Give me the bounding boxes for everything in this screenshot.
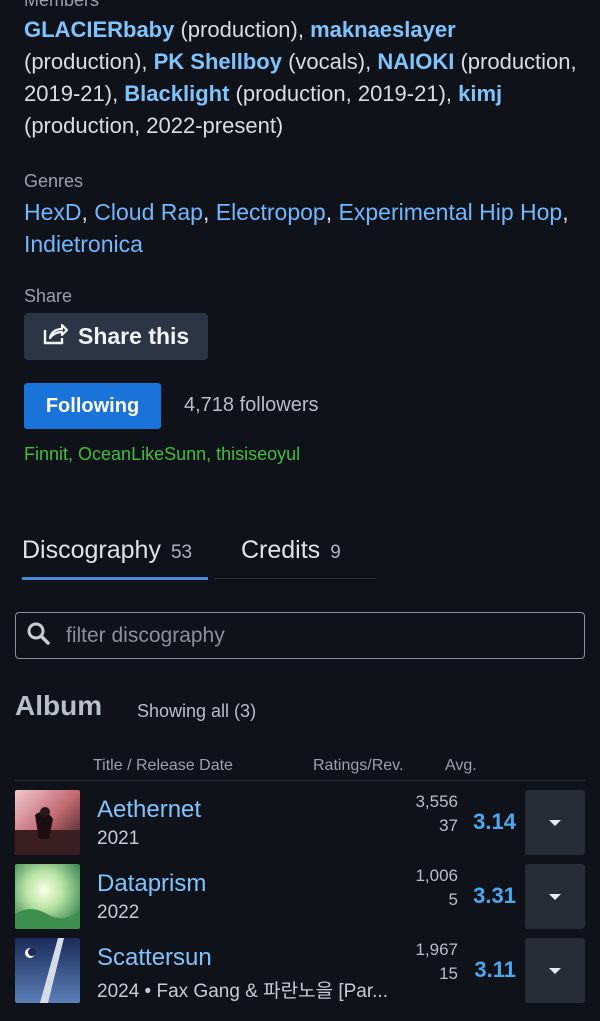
tab-divider (214, 578, 376, 579)
tab-discography[interactable]: Discography 53 (22, 536, 192, 565)
table-row: Aethernet 2021 3,556 37 3.14 (15, 790, 585, 856)
member-blacklight[interactable]: Blacklight (124, 81, 229, 106)
share-icon (42, 322, 78, 352)
column-ratings[interactable]: Ratings/Rev. (313, 757, 403, 775)
chevron-down-icon (549, 967, 561, 974)
follow-button[interactable]: Following (24, 383, 161, 429)
genre-link[interactable]: Indietronica (24, 231, 143, 257)
member-pk-shellboy[interactable]: PK Shellboy (154, 49, 282, 74)
album-title-link[interactable]: Dataprism (97, 870, 206, 898)
genre-link[interactable]: HexD (24, 199, 82, 225)
genre-link[interactable]: Experimental Hip Hop (339, 199, 563, 225)
album-ratings: 1,967 (415, 940, 458, 959)
row-dropdown-button[interactable] (525, 790, 585, 855)
table-row: Scattersun 2024 • Fax Gang & 파란노을 [Par..… (15, 938, 585, 1004)
member-glacierbaby[interactable]: GLACIERbaby (24, 17, 174, 42)
row-dropdown-button[interactable] (525, 938, 585, 1003)
album-cover[interactable] (15, 790, 80, 855)
genres-list: HexD, Cloud Rap, Electropop, Experimenta… (24, 199, 569, 257)
friend-link[interactable]: Finnit (24, 444, 68, 464)
table-row: Dataprism 2022 1,006 5 3.31 (15, 864, 585, 930)
album-cover[interactable] (15, 864, 80, 929)
album-ratings: 1,006 (415, 866, 458, 885)
active-tab-indicator (22, 577, 208, 580)
filter-discography-input[interactable] (64, 622, 548, 649)
member-naioki[interactable]: NAIOKI (377, 49, 454, 74)
showing-all-toggle[interactable]: Showing all (3) (137, 701, 256, 722)
filter-box (15, 612, 585, 659)
column-avg[interactable]: Avg. (445, 757, 477, 775)
album-cover[interactable] (15, 938, 80, 1003)
row-dropdown-button[interactable] (525, 864, 585, 929)
album-reviews: 5 (448, 890, 458, 909)
search-icon (26, 621, 50, 650)
friends-following: Finnit, OceanLikeSunn, thisiseoyul (24, 444, 301, 464)
share-button-label: Share this (78, 323, 190, 349)
album-release-info: 2024 • Fax Gang & 파란노을 [Par... (97, 981, 388, 1002)
album-average: 3.14 (473, 809, 516, 834)
section-title: Album (15, 690, 103, 721)
album-reviews: 15 (439, 964, 458, 983)
album-average: 3.11 (474, 957, 516, 982)
chevron-down-icon (549, 819, 561, 826)
members-list: GLACIERbaby (production), maknaeslayer (… (24, 17, 577, 138)
genre-link[interactable]: Cloud Rap (94, 199, 203, 225)
genres-label: Genres (24, 171, 84, 191)
header-divider (15, 780, 585, 781)
column-title[interactable]: Title / Release Date (93, 757, 233, 775)
album-average: 3.31 (473, 883, 516, 908)
album-release-date: 2022 (97, 902, 140, 923)
chevron-down-icon (549, 893, 561, 900)
friend-link[interactable]: OceanLikeSunn (78, 444, 206, 464)
album-release-date: 2021 (97, 828, 140, 849)
followers-count: 4,718 followers (184, 394, 319, 416)
members-label: Members (24, 0, 100, 10)
share-button[interactable]: Share this (24, 313, 208, 360)
album-title-link[interactable]: Aethernet (97, 796, 201, 824)
album-reviews: 37 (439, 816, 458, 835)
tab-credits[interactable]: Credits 9 (241, 536, 341, 565)
album-title-link[interactable]: Scattersun (97, 944, 212, 972)
genre-link[interactable]: Electropop (216, 199, 326, 225)
share-label: Share (24, 286, 73, 306)
member-maknaeslayer[interactable]: maknaeslayer (310, 17, 456, 42)
member-kimj[interactable]: kimj (458, 81, 502, 106)
friend-link[interactable]: thisiseoyul (216, 444, 300, 464)
album-ratings: 3,556 (415, 792, 458, 811)
